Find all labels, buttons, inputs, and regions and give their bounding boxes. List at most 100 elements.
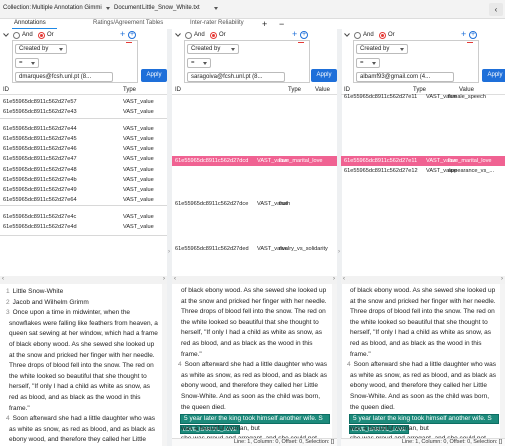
tab-annotations[interactable]: Annotations [14, 20, 46, 26]
table-row[interactable]: 61e55965dc8911c562d27e4c VAST_value [0, 212, 167, 222]
line-text: the white looked so beautiful that she t… [9, 372, 147, 380]
remove-rule-icon[interactable] [126, 42, 132, 43]
back-button[interactable]: ‹ [489, 3, 503, 16]
document-dropdown-icon[interactable] [214, 7, 218, 10]
and-radio[interactable] [13, 32, 20, 39]
type-header[interactable]: Type [123, 87, 136, 93]
table-row[interactable]: 61e55965dc8911c562d27e48 VAST_value [0, 165, 167, 175]
value-header[interactable]: Value [315, 87, 330, 93]
text-line: was a beautiful woman, but [178, 424, 260, 434]
annotator-value-field[interactable]: albamf93@gmail.com (4... [356, 72, 454, 82]
or-radio[interactable] [210, 32, 217, 39]
field-select[interactable]: Created by [187, 44, 239, 54]
or-radio[interactable] [379, 32, 386, 39]
table-row[interactable]: 61e55965dc8911c562d27ded VAST_value rivalr… [172, 244, 337, 254]
table-row[interactable]: 61e55965dc8911c562d27e44 VAST_value [0, 124, 167, 134]
remove-tab-button[interactable]: − [279, 19, 284, 29]
row-type: VAST_value [123, 197, 154, 203]
horizontal-scrollbar[interactable]: ‹ › [341, 276, 505, 284]
text-line: of black ebony wood. As she sewed she lo… [6, 340, 154, 350]
document-text-pane[interactable]: 5 year later the king took himself anoth… [172, 284, 337, 446]
table-row[interactable]: 61e55965dc8911c562d27e47 VAST_value [0, 154, 167, 164]
filter-panel: And Or + + Created by = albamf93@gmail.c… [341, 29, 505, 86]
row-value: appearance_vs_... [448, 168, 495, 174]
table-row[interactable]: 61e55965dc8911c562d27e11 VAST_value female… [341, 92, 505, 102]
status-bar: Line: 1, Column: 0, Offset: 0, Selection… [341, 438, 505, 446]
collection-dropdown-icon[interactable] [106, 7, 110, 10]
annotator-value-field[interactable]: saragoiva@fcsh.unl.pt (8... [187, 72, 285, 82]
operator-select[interactable]: = [187, 58, 211, 68]
line-text: Soon afterward she had a little daughter… [12, 415, 155, 423]
row-type: VAST_value [123, 109, 154, 115]
table-row[interactable]: 61e55965dc8911c562d27e43 VAST_value [0, 107, 167, 117]
row-value: truth [279, 201, 291, 207]
table-row[interactable]: 61e55965dc8911c562d27e46 VAST_value [0, 144, 167, 154]
apply-button[interactable]: Apply [311, 69, 337, 82]
annotator-value-field[interactable]: dmarques@fcsh.unl.pt (8... [15, 72, 113, 82]
table-row[interactable]: 61e55965dc8911c562d27dce VAST_value truth [172, 199, 337, 209]
text-line: the queen died. [178, 403, 226, 413]
document-text-pane[interactable]: 5 year later the king took himself anoth… [341, 284, 505, 446]
add-filter-icon[interactable]: + [461, 29, 466, 39]
remove-rule-icon[interactable] [467, 42, 473, 43]
tab-inter-rater[interactable]: Inter-rater Reliability [190, 20, 244, 26]
add-tab-button[interactable]: + [262, 19, 267, 29]
tab-ratings-agreement[interactable]: Ratings/Agreement Tables [93, 20, 163, 26]
or-radio[interactable] [38, 32, 45, 39]
collection-select[interactable]: Multiple Annotation Gimmi [32, 5, 102, 11]
highlight-text: year later the king took himself another… [189, 415, 323, 422]
and-label: And [363, 32, 374, 38]
text-line: as white as snow, as red as blood, and a… [347, 371, 496, 381]
table-row[interactable]: 61e55965dc8911c562d27e12 VAST_value appear… [341, 166, 505, 176]
vertical-scrollbar[interactable] [500, 284, 505, 446]
line-number: 1 [6, 288, 10, 295]
table-row[interactable]: 61e55965dc8911c562d27e4b VAST_value [0, 175, 167, 185]
filter-panel: And Or + + Created by = saragoiva@fcsh.u… [172, 29, 337, 86]
highlighted-annotation[interactable]: 5 year later the king took himself anoth… [349, 414, 499, 424]
table-row[interactable]: 61e55965dc8911c562d27e4d VAST_value [0, 222, 167, 232]
text-line: 3 Once upon a time in midwinter, when the [6, 308, 130, 318]
and-radio[interactable] [185, 32, 192, 39]
remove-rule-icon[interactable] [298, 42, 304, 43]
line-text: at the snow and pricked her finger with … [9, 351, 155, 359]
operator-select[interactable]: = [15, 58, 39, 68]
operator-select[interactable]: = [356, 58, 380, 68]
apply-button[interactable]: Apply [482, 69, 505, 82]
line-text: of black ebony wood. As she sewed she lo… [9, 341, 155, 348]
horizontal-scrollbar[interactable]: ‹ › [0, 276, 167, 284]
table-row[interactable]: 61e55965dc8911c562d27e11 VAST_value love_m… [341, 156, 505, 166]
field-select[interactable]: Created by [356, 44, 408, 54]
add-filter-icon[interactable]: + [120, 29, 125, 39]
apply-button[interactable]: Apply [141, 69, 167, 82]
field-select[interactable]: Created by [15, 44, 67, 54]
table-row[interactable]: 61e55965dc8911c562d27e64 VAST_value [0, 195, 167, 205]
line-text: ebony wood, and therefore they called he… [9, 436, 146, 444]
chevron-down-icon[interactable] [344, 32, 350, 38]
text-line: at the snow and pricked her finger with … [347, 297, 496, 307]
row-divider [0, 235, 167, 236]
type-header[interactable]: Type [288, 87, 301, 93]
table-row[interactable]: 61e55965dc8911c562d27e57 VAST_value [0, 97, 167, 107]
line-text: Snow-White. And as soon as the child was… [350, 393, 490, 400]
add-group-icon[interactable]: + [300, 31, 308, 39]
filter-panel: And Or + + Created by = dmarques@fcsh.un… [0, 29, 167, 86]
and-radio[interactable] [354, 32, 361, 39]
chevron-down-icon[interactable] [175, 32, 181, 38]
add-filter-icon[interactable]: + [292, 29, 297, 39]
document-select[interactable]: Little_Snow_White.txt [142, 5, 200, 11]
table-row[interactable]: 61e55965dc8911c562d27e49 VAST_value [0, 185, 167, 195]
document-text-pane[interactable]: 1 Little Snow-White 2 Jacob and Wilhelm Gri… [0, 284, 167, 446]
text-line: Three drops of blood fell into the snow.… [347, 307, 495, 317]
add-group-icon[interactable]: + [469, 31, 477, 39]
line-number: 2 [6, 298, 10, 306]
horizontal-scrollbar[interactable]: ‹ › [172, 276, 337, 284]
line-text: Soon afterward she had a little daughter… [184, 361, 327, 369]
table-row[interactable]: 61e55965dc8911c562d27e45 VAST_value [0, 134, 167, 144]
table-row[interactable]: 61e55965dc8911c562d27dcd VAST_value love_m… [172, 156, 337, 166]
id-header[interactable]: ID [175, 87, 181, 93]
chevron-down-icon[interactable] [3, 32, 9, 38]
highlighted-annotation[interactable]: 5 year later the king took himself anoth… [180, 414, 330, 424]
id-header[interactable]: ID [3, 87, 9, 93]
add-group-icon[interactable]: + [128, 31, 136, 39]
text-line: 4 Soon afterward she had a little daughte… [347, 360, 496, 370]
